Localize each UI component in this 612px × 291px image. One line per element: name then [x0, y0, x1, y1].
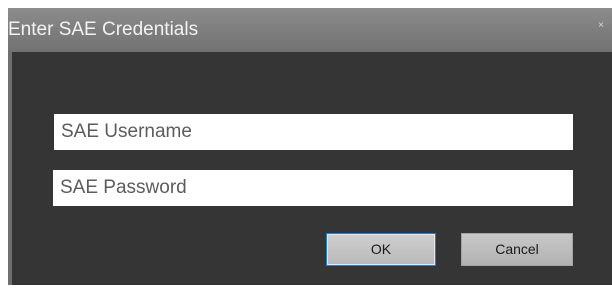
dialog-title: Enter SAE Credentials [8, 19, 199, 40]
password-input[interactable] [53, 170, 573, 206]
username-input[interactable] [53, 114, 573, 150]
close-icon[interactable]: × [594, 19, 608, 33]
ok-button[interactable]: OK [326, 233, 436, 266]
title-bar[interactable]: Enter SAE Credentials × [8, 8, 612, 52]
credentials-dialog: Enter SAE Credentials × OK Cancel [8, 8, 612, 285]
cancel-button[interactable]: Cancel [461, 233, 573, 266]
